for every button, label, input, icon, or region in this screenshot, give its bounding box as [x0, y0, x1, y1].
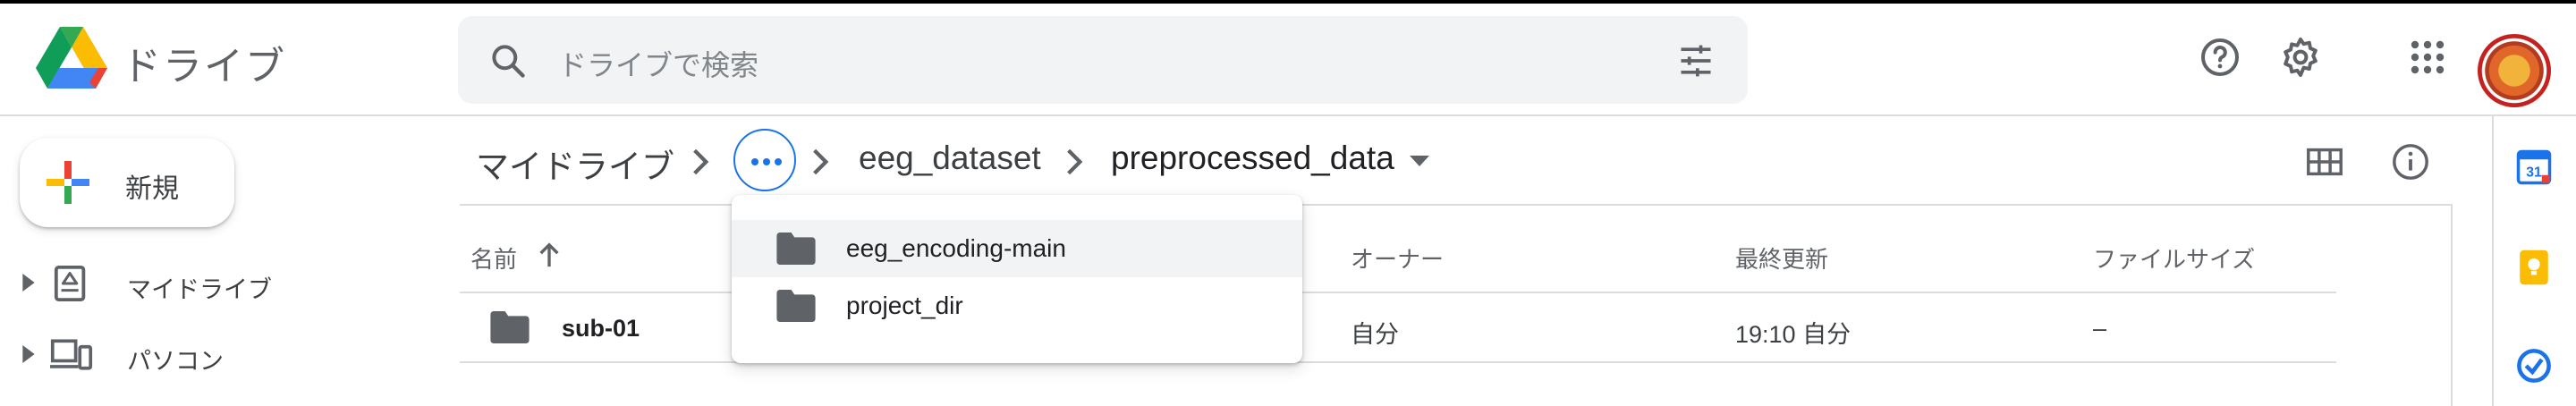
- tune-icon[interactable]: [1676, 41, 1716, 80]
- menu-item-project-dir[interactable]: project_dir: [732, 277, 1302, 334]
- search-input[interactable]: ドライブで検索: [558, 43, 758, 84]
- column-header-owner: オーナー: [1351, 246, 1445, 273]
- expand-caret-icon[interactable]: [21, 345, 36, 363]
- chevron-right-icon: [1067, 148, 1083, 175]
- calendar-icon[interactable]: 31: [2515, 148, 2553, 186]
- sidebar-item-label: パソコン: [127, 348, 224, 375]
- search-bar[interactable]: ドライブで検索: [458, 16, 1748, 104]
- new-button-label: 新規: [125, 174, 179, 204]
- avatar[interactable]: [2478, 34, 2551, 107]
- search-icon[interactable]: [488, 41, 528, 80]
- app-title: ドライブ: [122, 45, 286, 89]
- new-button[interactable]: 新規: [20, 138, 234, 227]
- drive-folder-icon: [54, 265, 86, 302]
- apps-grid-icon[interactable]: [2406, 36, 2449, 79]
- sidebar-item-my-drive[interactable]: マイドライブ: [0, 252, 447, 315]
- top-header: ドライブ ドライブで検索: [0, 4, 2576, 116]
- breadcrumb-more-button[interactable]: [733, 129, 796, 191]
- computer-icon: [50, 339, 93, 370]
- folder-menu-arrow-icon[interactable]: [1410, 156, 1429, 166]
- breadcrumb-overflow-menu: eeg_encoding-main project_dir: [732, 195, 1302, 363]
- gear-icon[interactable]: [2279, 36, 2322, 79]
- folder-icon: [490, 311, 530, 343]
- sidebar-item-label: マイドライブ: [127, 276, 272, 303]
- sort-up-arrow-icon[interactable]: [537, 241, 562, 268]
- row-size: –: [2093, 315, 2107, 342]
- chevron-right-icon: [693, 148, 709, 175]
- breadcrumb-my-drive[interactable]: マイドライブ: [476, 140, 674, 188]
- scrollbar-track[interactable]: [2451, 204, 2453, 406]
- sidebar-item-computers[interactable]: パソコン: [0, 324, 447, 386]
- info-icon[interactable]: [2390, 141, 2431, 182]
- row-owner: 自分: [1351, 321, 1399, 348]
- plus-icon: [47, 161, 89, 204]
- column-header-modified[interactable]: 最終更新: [1735, 241, 1828, 275]
- chevron-right-icon: [813, 148, 829, 175]
- menu-item-label: eeg_encoding-main: [846, 234, 1066, 262]
- side-panel-divider: [2492, 116, 2494, 406]
- menu-item-label: project_dir: [846, 292, 963, 319]
- menu-item-eeg-encoding-main[interactable]: eeg_encoding-main: [732, 220, 1302, 277]
- row-modified: 19:10 自分: [1735, 321, 1852, 348]
- grid-view-icon[interactable]: [2304, 141, 2345, 182]
- drive-logo[interactable]: [36, 27, 107, 89]
- expand-caret-icon[interactable]: [21, 274, 36, 292]
- breadcrumb-eeg-dataset[interactable]: eeg_dataset: [859, 140, 1041, 177]
- help-icon[interactable]: [2199, 36, 2241, 79]
- breadcrumb-current-folder[interactable]: preprocessed_data: [1111, 140, 1394, 177]
- svg-text:31: 31: [2526, 165, 2542, 181]
- column-header-name[interactable]: 名前: [470, 241, 517, 275]
- folder-icon: [776, 290, 816, 322]
- column-header-size[interactable]: ファイルサイズ: [2093, 241, 2255, 275]
- keep-icon[interactable]: [2515, 249, 2553, 286]
- row-name: sub-01: [562, 315, 640, 342]
- tasks-icon[interactable]: [2515, 347, 2553, 385]
- folder-icon: [776, 233, 816, 265]
